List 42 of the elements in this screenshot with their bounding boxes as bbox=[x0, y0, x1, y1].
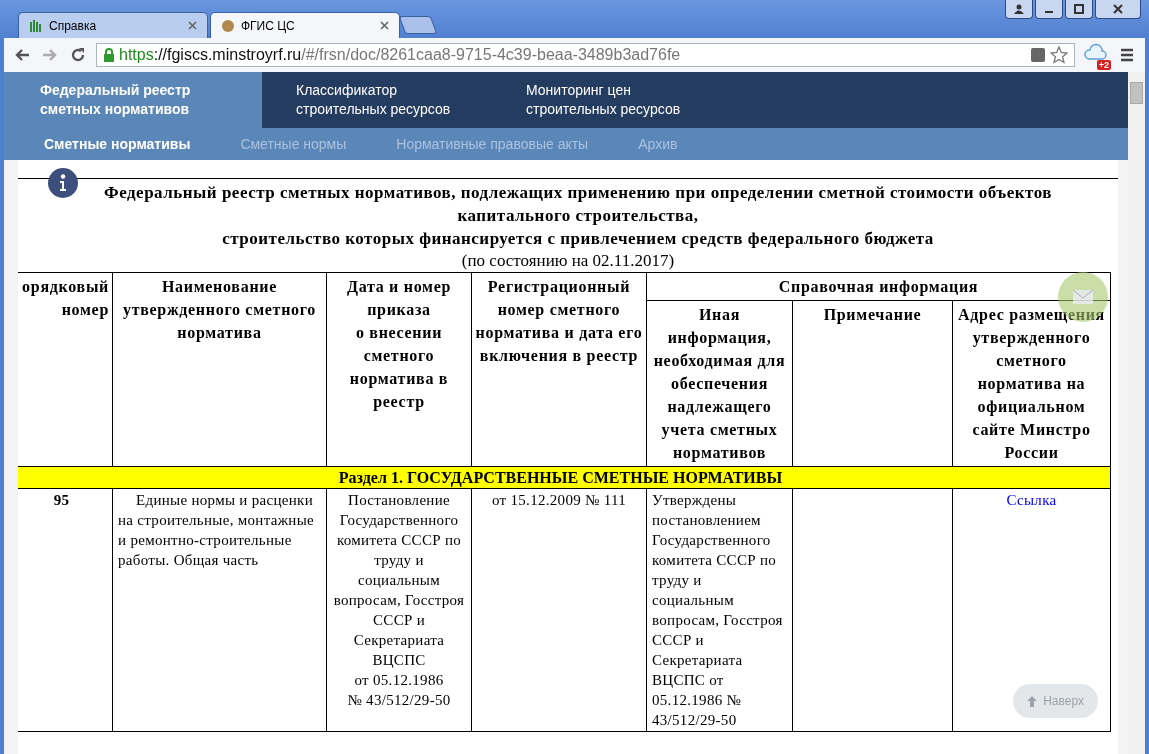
browser-tab[interactable]: Справка bbox=[18, 12, 208, 38]
table-cell: Утверждены постановлением Государственного комитета СССР по труду и социальным вопросам, Госстроя СССР и Секретариата ВЦСПС от 05.12.1986 № 43/512/29-50 bbox=[646, 488, 793, 732]
maximize-button[interactable] bbox=[1065, 0, 1093, 19]
close-icon bbox=[1113, 4, 1123, 14]
table-cell: от 15.12.2009 № 111 bbox=[471, 488, 647, 732]
info-icon[interactable] bbox=[48, 168, 78, 198]
extension-badge: +2 bbox=[1096, 60, 1111, 70]
table-cell: 95 bbox=[18, 488, 113, 732]
url-text: https://fgiscs.minstroyrf.ru/#/frsn/doc/8261caa8-9715-4c39-beaa-3489b3ad76fe bbox=[119, 46, 682, 64]
arrow-up-icon bbox=[1027, 695, 1038, 707]
site-nav-item[interactable]: Мониторинг цен строительных ресурсов bbox=[492, 72, 722, 128]
tab-title: Справка bbox=[49, 18, 98, 33]
link[interactable]: Ссылка bbox=[1006, 492, 1057, 508]
tab-title: ФГИС ЦС bbox=[241, 18, 296, 33]
table-cell: Единые нормы и расценки на строительные, монтажные и ремонтно-строительные работы. Общая часть bbox=[112, 488, 327, 732]
group-header: Справочная информация bbox=[646, 272, 1111, 301]
close-button[interactable] bbox=[1095, 0, 1141, 19]
site-nav-item[interactable]: Федеральный реестр сметных нормативов bbox=[4, 72, 262, 128]
person-icon bbox=[1014, 4, 1024, 14]
close-icon[interactable] bbox=[380, 21, 389, 30]
minimize-button[interactable] bbox=[1035, 0, 1063, 19]
document-date: (по состоянию на 02.11.2017) bbox=[460, 250, 676, 272]
scrollbar[interactable] bbox=[1128, 72, 1145, 754]
table-cell: Постановление Государственного комитета СССР по труду и социальным вопросам, Госстроя СССР и Секретариата ВЦСПС от 05.12.1986 № 43/512/29-50 bbox=[326, 488, 472, 732]
minimize-icon bbox=[1045, 11, 1053, 13]
column-header: Дата и номер приказа о внесении сметного норматива в реестр bbox=[326, 272, 472, 467]
site-nav-item[interactable]: Классификатор строительных ресурсов bbox=[262, 72, 492, 128]
star-icon[interactable] bbox=[1050, 46, 1068, 64]
column-header: Иная информация, необходимая для обеспечения надлежащего учета сметных нормативов bbox=[646, 300, 793, 467]
column-header: Примечание bbox=[792, 300, 953, 467]
new-tab-button[interactable] bbox=[398, 16, 438, 34]
sub-nav-item[interactable]: Сметные нормативы bbox=[44, 136, 191, 152]
browser-tab[interactable]: ФГИС ЦС bbox=[210, 12, 400, 38]
section-header: Раздел 1. ГОСУДАРСТВЕННЫЕ СМЕТНЫЕ НОРМАТИВЫ bbox=[18, 466, 1111, 489]
address-bar[interactable]: https://fgiscs.minstroyrf.ru/#/frsn/doc/8261caa8-9715-4c39-beaa-3489b3ad76fe bbox=[96, 43, 1075, 67]
close-icon[interactable] bbox=[188, 21, 197, 30]
user-button[interactable] bbox=[1005, 0, 1033, 19]
lock-icon bbox=[103, 48, 115, 62]
maximize-icon bbox=[1074, 4, 1084, 14]
column-header: орядковый номер bbox=[18, 272, 113, 467]
column-header: Наименование утвержденного сметного норматива bbox=[112, 272, 327, 467]
column-header: Регистрационный номер сметного норматива и дата его включения в реестр bbox=[471, 272, 647, 467]
